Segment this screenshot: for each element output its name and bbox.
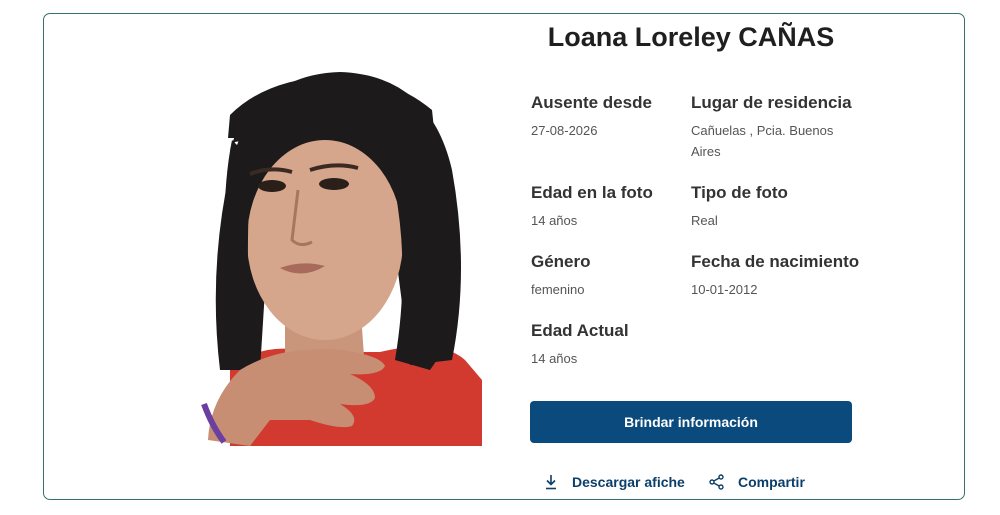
brindar-informacion-button[interactable]: Brindar información [530,401,852,443]
field-label: Lugar de residencia [691,93,852,112]
field-value: 10-01-2012 [691,282,758,297]
field-label: Edad Actual [531,321,629,340]
field-value: femenino [531,282,585,297]
field-genero: Género femenino [531,251,691,300]
field-label: Edad en la foto [531,183,653,202]
person-name: Loana Loreley CAÑAS [547,22,835,52]
field-label: Género [531,252,591,271]
field-fecha-nacimiento: Fecha de nacimiento 10-01-2012 [691,251,860,300]
download-icon [544,474,558,490]
field-value: Real [691,213,718,228]
field-value: Cañuelas , Pcia. Buenos Aires [691,123,834,159]
descargar-afiche-link[interactable]: Descargar afiche [544,471,685,493]
field-ausente-desde: Ausente desde 27-08-2026 [531,92,691,141]
compartir-label: Compartir [738,474,805,490]
field-tipo-foto: Tipo de foto Real [691,182,851,231]
field-value: 14 años [531,351,578,366]
person-photo [190,70,482,446]
field-label: Fecha de nacimiento [691,252,860,271]
field-edad-actual: Edad Actual 14 años [531,320,691,369]
field-label: Ausente desde [531,93,652,112]
compartir-link[interactable]: Compartir [709,471,805,493]
descargar-afiche-label: Descargar afiche [572,474,685,490]
field-lugar-residencia: Lugar de residencia Cañuelas , Pcia. Bue… [691,92,852,162]
field-label: Tipo de foto [691,183,788,202]
field-value: 14 años [531,213,578,228]
field-edad-foto: Edad en la foto 14 años [531,182,691,231]
field-value: 27-08-2026 [531,123,598,138]
share-icon [709,474,724,490]
